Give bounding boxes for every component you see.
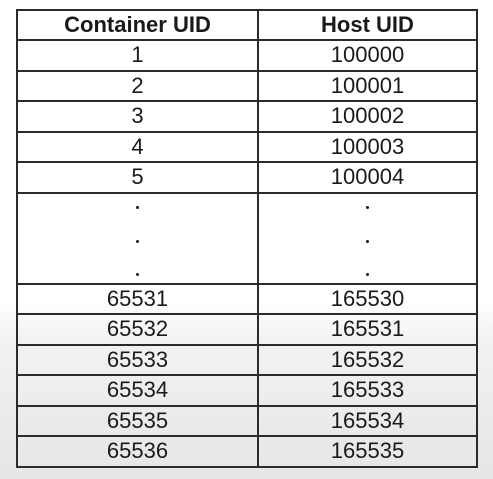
container-uid-cell: 65533 [16,343,259,376]
table-row: 65536 165535 [16,435,478,468]
container-uid-ellipsis [16,191,259,285]
ellipsis-row [16,191,478,285]
container-uid-cell: 2 [16,69,259,102]
container-uid-cell: 65535 [16,404,259,437]
table-row: 65533 165532 [16,343,478,376]
header-container-uid: Container UID [16,9,259,41]
host-uid-cell: 165530 [257,282,478,315]
container-uid-cell: 65536 [16,435,259,468]
container-uid-cell: 65534 [16,374,259,407]
container-uid-cell: 65531 [16,282,259,315]
table-row: 4 100003 [16,130,478,163]
host-uid-cell: 165535 [257,435,478,468]
table-row: 1 100000 [16,39,478,72]
table-row: 3 100002 [16,100,478,133]
container-uid-cell: 3 [16,100,259,133]
host-uid-cell: 100003 [257,130,478,163]
host-uid-cell: 100001 [257,69,478,102]
host-uid-cell: 100000 [257,39,478,72]
table-row: 65531 165530 [16,282,478,315]
host-uid-cell: 165531 [257,313,478,346]
host-uid-cell: 165534 [257,404,478,437]
uid-mapping-table: Container UID Host UID 1 100000 2 100001… [16,9,478,468]
container-uid-cell: 65532 [16,313,259,346]
header-host-uid: Host UID [257,9,478,41]
container-uid-cell: 4 [16,130,259,163]
table-row: 5 100004 [16,161,478,194]
host-uid-cell: 100004 [257,161,478,194]
table-row: 65532 165531 [16,313,478,346]
table-row: 65534 165533 [16,374,478,407]
header-row: Container UID Host UID [16,9,478,41]
host-uid-cell: 165532 [257,343,478,376]
host-uid-ellipsis [257,191,478,285]
host-uid-cell: 165533 [257,374,478,407]
container-uid-cell: 5 [16,161,259,194]
container-uid-cell: 1 [16,39,259,72]
vertical-ellipsis-icon [259,200,476,276]
table-row: 65535 165534 [16,404,478,437]
host-uid-cell: 100002 [257,100,478,133]
vertical-ellipsis-icon [18,200,257,276]
table-row: 2 100001 [16,69,478,102]
